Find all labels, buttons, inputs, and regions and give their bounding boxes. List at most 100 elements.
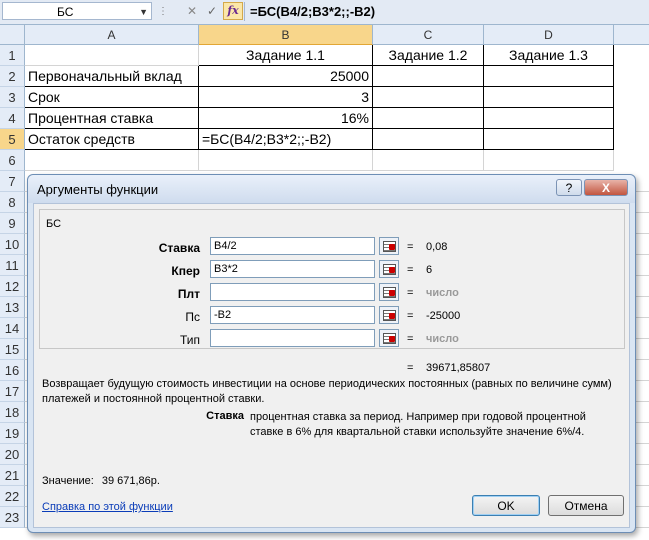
cell-a4[interactable]: Процентная ставка (25, 108, 199, 129)
cell-c5[interactable] (373, 129, 484, 150)
cell-c6[interactable] (373, 150, 484, 171)
cancel-button[interactable]: Отмена (548, 495, 624, 516)
equals-sign: = (407, 310, 414, 322)
column-header-a[interactable]: A (25, 25, 199, 45)
function-description: Возвращает будущую стоимость инвестиции … (42, 378, 612, 405)
row-header[interactable]: 23 (0, 507, 25, 528)
select-all-corner[interactable] (0, 25, 25, 45)
arg-label-type: Тип (179, 333, 200, 347)
insert-function-button[interactable]: fx (223, 2, 243, 20)
row-header[interactable]: 21 (0, 465, 25, 486)
arguments-group (39, 209, 625, 349)
arg-label-nper: Кпер (171, 264, 200, 278)
arg-input-pmt[interactable] (210, 283, 375, 301)
row-header[interactable]: 18 (0, 402, 25, 423)
cell-d2[interactable] (484, 66, 614, 87)
row-header[interactable]: 15 (0, 339, 25, 360)
column-header-e[interactable] (614, 25, 649, 45)
arg-input-nper[interactable]: B3*2 (210, 260, 375, 278)
cell-d4[interactable] (484, 108, 614, 129)
cell-d3[interactable] (484, 87, 614, 108)
equals-sign: = (407, 241, 414, 253)
arg-input-pv[interactable]: -B2 (210, 306, 375, 324)
row-header[interactable]: 9 (0, 213, 25, 234)
equals-sign: = (407, 362, 414, 374)
arg-result-nper: 6 (426, 264, 433, 276)
dialog-title: Аргументы функции (37, 182, 159, 197)
arg-label-rate: Ставка (158, 241, 200, 255)
cell-a3[interactable]: Срок (25, 87, 199, 108)
cell-c4[interactable] (373, 108, 484, 129)
name-box[interactable]: БС ▼ (2, 2, 152, 20)
function-name: БС (46, 218, 62, 230)
row-header[interactable]: 17 (0, 381, 25, 402)
cell-b1[interactable]: Задание 1.1 (199, 45, 373, 66)
confirm-entry-icon[interactable]: ✓ (203, 3, 221, 19)
function-help-link[interactable]: Справка по этой функции (42, 501, 173, 513)
arg-input-rate[interactable]: B4/2 (210, 237, 375, 255)
help-button[interactable]: ? (556, 179, 582, 196)
row-header[interactable]: 19 (0, 423, 25, 444)
formula-result: 39671,85807 (426, 362, 491, 374)
cancel-entry-icon[interactable]: ✕ (183, 3, 201, 19)
row-header[interactable]: 3 (0, 87, 25, 108)
formula-bar: БС ▼ ⋮ ✕ ✓ fx =БС(B4/2;B3*2;;-B2) (0, 0, 649, 25)
row-header[interactable]: 1 (0, 45, 25, 66)
row-header[interactable]: 11 (0, 255, 25, 276)
row-header[interactable]: 6 (0, 150, 25, 171)
arg-result-pv: -25000 (426, 310, 461, 322)
chevron-down-icon[interactable]: ▼ (139, 3, 148, 21)
cell-c1[interactable]: Задание 1.2 (373, 45, 484, 66)
cell-d5[interactable] (484, 129, 614, 150)
column-header-b[interactable]: B (199, 25, 373, 45)
cell-a5[interactable]: Остаток средств (25, 129, 199, 150)
row-header[interactable]: 16 (0, 360, 25, 381)
range-picker-icon[interactable] (379, 260, 399, 278)
row-header[interactable]: 2 (0, 66, 25, 87)
range-picker-icon[interactable] (379, 283, 399, 301)
ok-button[interactable]: OK (472, 495, 540, 516)
formula-bar-divider (244, 2, 245, 21)
dialog-body: БС Ставка B4/2 = 0,08 Кпер B3*2 = 6 Плт … (33, 203, 630, 528)
equals-sign: = (407, 264, 414, 276)
cell-d6[interactable] (484, 150, 614, 171)
row-header[interactable]: 7 (0, 171, 25, 192)
row-header[interactable]: 22 (0, 486, 25, 507)
cell-d1[interactable]: Задание 1.3 (484, 45, 614, 66)
cell-b3[interactable]: 3 (199, 87, 373, 108)
equals-sign: = (407, 333, 414, 345)
range-picker-icon[interactable] (379, 329, 399, 347)
arg-label-pmt: Плт (177, 287, 200, 301)
arg-result-rate: 0,08 (426, 241, 448, 253)
resize-handle-icon[interactable]: ⋮ (158, 6, 168, 17)
cell-b6[interactable] (199, 150, 373, 171)
value-text: 39 671,86р. (101, 475, 160, 487)
row-header[interactable]: 12 (0, 276, 25, 297)
formula-input[interactable]: =БС(B4/2;B3*2;;-B2) (250, 3, 375, 20)
cell-c2[interactable] (373, 66, 484, 87)
row-header[interactable]: 5 (0, 129, 25, 150)
range-picker-icon[interactable] (379, 237, 399, 255)
column-header-d[interactable]: D (484, 25, 614, 45)
cell-a6[interactable] (25, 150, 199, 171)
row-header[interactable]: 20 (0, 444, 25, 465)
close-button[interactable]: X (584, 179, 628, 196)
cell-b2[interactable]: 25000 (199, 66, 373, 87)
row-header[interactable]: 13 (0, 297, 25, 318)
cell-b4[interactable]: 16% (199, 108, 373, 129)
arg-input-type[interactable] (210, 329, 375, 347)
row-header[interactable]: 14 (0, 318, 25, 339)
dialog-titlebar[interactable]: Аргументы функции ? X (28, 175, 635, 203)
cell-b5[interactable]: =БС(B4/2;B3*2;;-B2) (199, 129, 373, 150)
arg-help-text: процентная ставка за период. Например пр… (250, 411, 586, 438)
column-header-c[interactable]: C (373, 25, 484, 45)
equals-sign: = (407, 287, 414, 299)
cell-a2[interactable]: Первоначальный вклад (25, 66, 199, 87)
row-header[interactable]: 4 (0, 108, 25, 129)
cell-a1[interactable] (25, 45, 199, 66)
cell-c3[interactable] (373, 87, 484, 108)
value-label: Значение: (42, 475, 94, 487)
range-picker-icon[interactable] (379, 306, 399, 324)
row-header[interactable]: 8 (0, 192, 25, 213)
row-header[interactable]: 10 (0, 234, 25, 255)
